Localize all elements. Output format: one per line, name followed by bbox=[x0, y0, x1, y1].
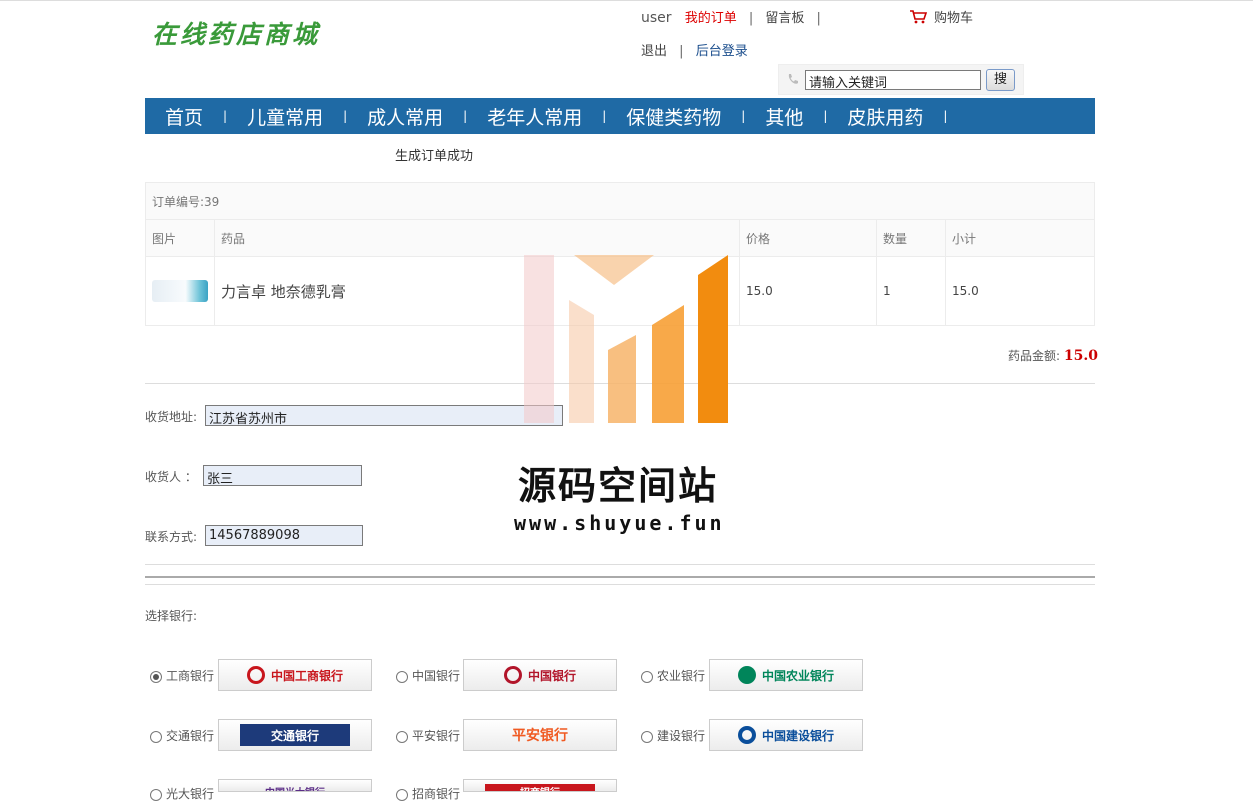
order-success-message: 生成订单成功 bbox=[395, 149, 474, 164]
search-input[interactable]: 请输入关键词 bbox=[805, 70, 981, 91]
nav-item-children[interactable]: 儿童常用 bbox=[227, 103, 343, 130]
top-links-row1: user 我的订单 | 留言板 | bbox=[641, 7, 829, 26]
receiver-input[interactable]: 张三 bbox=[203, 465, 362, 487]
separator: | bbox=[748, 11, 754, 26]
bank-logo-text: 中国建设银行 bbox=[761, 728, 834, 743]
contact-label: 联系方式: bbox=[145, 530, 198, 544]
col-image-header: 图片 bbox=[145, 219, 215, 257]
nav-item-adult[interactable]: 成人常用 bbox=[347, 103, 463, 130]
watermark-title: 源码空间站 bbox=[518, 464, 719, 508]
total-label: 药品金额: bbox=[1008, 349, 1061, 363]
watermark-url: www.shuyue.fun bbox=[514, 511, 725, 535]
bank-logo-bocom[interactable]: 交通银行 bbox=[218, 719, 372, 751]
bank-logo-text: 交通银行 bbox=[270, 728, 319, 743]
site-logo[interactable]: 在线药店商城 bbox=[152, 15, 320, 51]
divider bbox=[145, 576, 1095, 578]
bank-logo-boc[interactable]: 中国银行 bbox=[463, 659, 617, 691]
col-drug-header: 药品 bbox=[214, 219, 740, 257]
separator: | bbox=[816, 11, 821, 26]
divider bbox=[145, 564, 1095, 565]
search-button[interactable]: 搜 bbox=[986, 69, 1015, 91]
abc-emblem-icon bbox=[737, 666, 756, 684]
bank-logo-cmb[interactable]: 招商银行 bbox=[463, 779, 617, 792]
main-nav: 首页 | 儿童常用 | 成人常用 | 老年人常用 | 保健类药物 | 其他 | 皮肤用药 | bbox=[145, 98, 1095, 134]
total-value: 15.0 bbox=[1063, 348, 1098, 364]
nav-item-home[interactable]: 首页 bbox=[145, 103, 223, 130]
bank-label-ceb[interactable]: 光大银行 bbox=[166, 785, 214, 802]
col-subtotal-header: 小计 bbox=[945, 219, 1095, 257]
bank-logo-pingan[interactable]: 平安银行 bbox=[463, 719, 617, 751]
bank-label-ccb[interactable]: 建设银行 bbox=[657, 727, 705, 744]
bank-label-boc[interactable]: 中国银行 bbox=[412, 667, 460, 684]
order-number-row: 订单编号:39 bbox=[145, 182, 1095, 220]
admin-login-link[interactable]: 后台登录 bbox=[696, 44, 748, 59]
top-links-row2: 退出 | 后台登录 bbox=[641, 40, 748, 59]
bank-logo-icbc[interactable]: 中国工商银行 bbox=[218, 659, 372, 691]
bank-logo-text: 平安银行 bbox=[512, 728, 568, 744]
product-subtotal: 15.0 bbox=[945, 256, 1095, 326]
receiver-label: 收货人 ： bbox=[145, 470, 197, 484]
cart-icon bbox=[910, 10, 928, 24]
watermark-logo bbox=[524, 255, 728, 423]
separator: | bbox=[679, 44, 684, 59]
bank-logo-ceb[interactable]: 中国光大银行 bbox=[218, 779, 372, 792]
search-box: 请输入关键词 搜 bbox=[778, 64, 1024, 95]
bank-logo-text: 中国工商银行 bbox=[270, 668, 343, 683]
guestbook-link[interactable]: 留言板 bbox=[765, 11, 804, 26]
phone-icon bbox=[788, 74, 798, 84]
product-qty: 1 bbox=[876, 256, 946, 326]
divider bbox=[145, 584, 1095, 585]
radio-icbc[interactable] bbox=[150, 671, 162, 683]
bank-logo-text: 中国农业银行 bbox=[761, 668, 834, 683]
nav-item-health[interactable]: 保健类药物 bbox=[606, 103, 741, 130]
order-number: 订单编号:39 bbox=[145, 182, 1095, 220]
bank-label-abc[interactable]: 农业银行 bbox=[657, 667, 705, 684]
bank-select-label: 选择银行: bbox=[145, 609, 198, 623]
nav-item-skin[interactable]: 皮肤用药 bbox=[827, 103, 943, 130]
bank-logo-ccb[interactable]: 中国建设银行 bbox=[709, 719, 863, 751]
product-image[interactable] bbox=[152, 280, 208, 302]
col-price-header: 价格 bbox=[739, 219, 877, 257]
radio-bocom[interactable] bbox=[150, 731, 162, 743]
cart-link[interactable]: 购物车 bbox=[910, 7, 973, 26]
col-qty-header: 数量 bbox=[876, 219, 946, 257]
username: user bbox=[641, 10, 672, 26]
bank-label-pingan[interactable]: 平安银行 bbox=[412, 727, 460, 744]
radio-ccb[interactable] bbox=[641, 731, 653, 743]
bank-logo-abc[interactable]: 中国农业银行 bbox=[709, 659, 863, 691]
nav-item-other[interactable]: 其他 bbox=[745, 103, 823, 130]
icbc-emblem-icon bbox=[246, 666, 265, 684]
table-header-row: 图片 药品 价格 数量 小计 bbox=[145, 219, 1095, 257]
contact-input[interactable]: 14567889098 bbox=[205, 525, 363, 546]
ccb-emblem-icon bbox=[737, 726, 756, 744]
radio-pingan[interactable] bbox=[396, 731, 408, 743]
address-label: 收货地址: bbox=[145, 410, 198, 424]
bank-label-cmb[interactable]: 招商银行 bbox=[412, 785, 460, 802]
bank-logo-text: 中国银行 bbox=[527, 668, 576, 683]
radio-boc[interactable] bbox=[396, 671, 408, 683]
nav-separator: | bbox=[943, 109, 948, 123]
radio-abc[interactable] bbox=[641, 671, 653, 683]
address-input[interactable]: 江苏省苏州市 bbox=[205, 405, 563, 427]
my-orders-link[interactable]: 我的订单 bbox=[685, 11, 737, 26]
cart-label: 购物车 bbox=[934, 11, 974, 26]
order-total: 药品金额: 15.0 bbox=[1008, 347, 1098, 364]
logout-link[interactable]: 退出 bbox=[641, 44, 667, 59]
product-image-cell bbox=[145, 256, 215, 326]
bocom-emblem-icon: 交通银行 bbox=[240, 724, 350, 746]
boc-emblem-icon bbox=[503, 666, 522, 684]
bank-label-icbc[interactable]: 工商银行 bbox=[166, 667, 214, 684]
nav-item-elderly[interactable]: 老年人常用 bbox=[467, 103, 602, 130]
bank-label-bocom[interactable]: 交通银行 bbox=[166, 727, 214, 744]
product-price: 15.0 bbox=[739, 256, 877, 326]
